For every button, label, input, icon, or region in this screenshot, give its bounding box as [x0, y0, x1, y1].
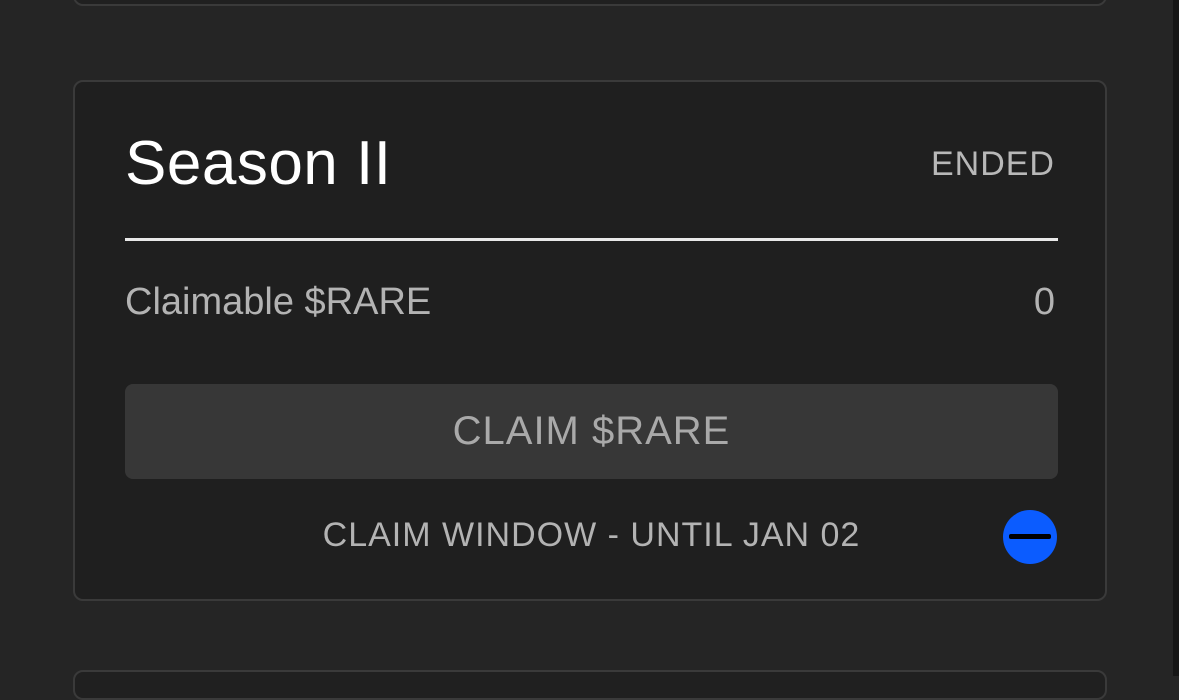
- scrollbar-track[interactable]: [1173, 0, 1179, 676]
- minus-glyph: [1009, 534, 1051, 539]
- previous-season-card: [73, 0, 1107, 6]
- status-badge: ENDED: [930, 145, 1055, 183]
- claimable-label: Claimable $RARE: [125, 281, 432, 323]
- page: { "season": { "title": "Season II", "sta…: [0, 0, 1179, 700]
- minus-circle-icon[interactable]: [1003, 510, 1057, 564]
- season-title: Season II: [125, 129, 392, 198]
- divider: [125, 238, 1058, 241]
- claim-rare-button[interactable]: CLAIM $RARE: [125, 384, 1058, 479]
- claimable-value: 0: [1033, 281, 1055, 323]
- season-card: Season II ENDED Claimable $RARE 0 CLAIM …: [73, 80, 1107, 601]
- claim-window-text: CLAIM WINDOW - UNTIL JAN 02: [322, 516, 861, 554]
- next-season-card: [73, 670, 1107, 700]
